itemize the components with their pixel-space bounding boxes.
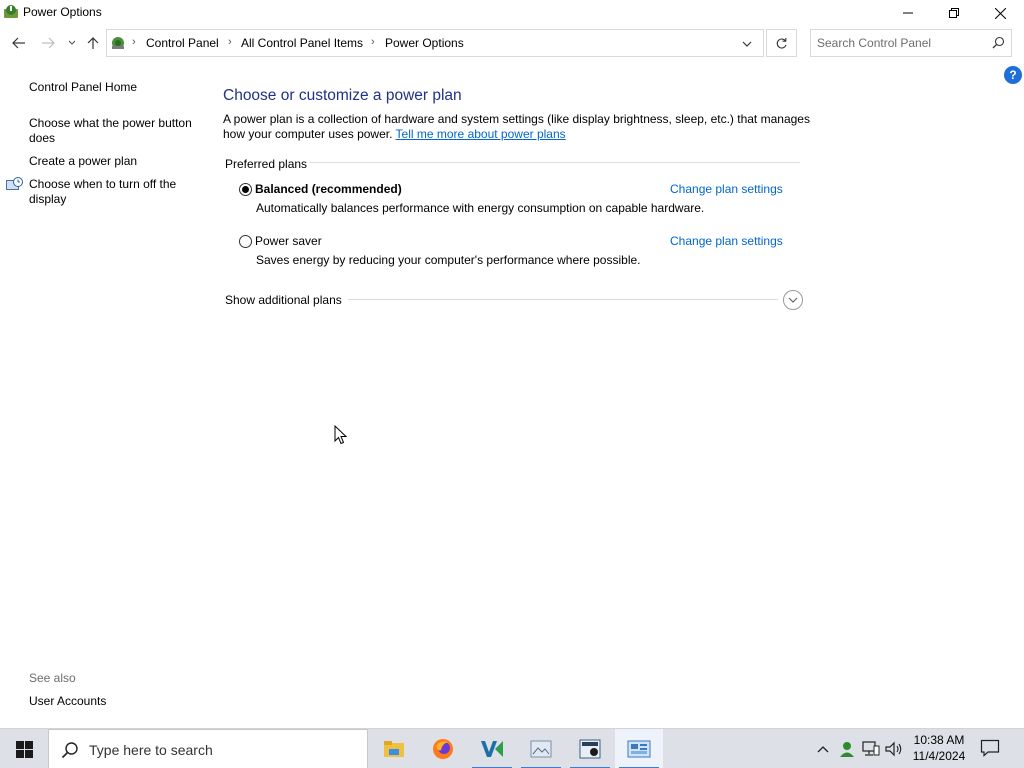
image-viewer-icon: [530, 740, 552, 758]
recent-locations-button[interactable]: [62, 33, 82, 53]
control-panel-icon: [110, 35, 126, 51]
mouse-cursor-icon: [334, 424, 348, 450]
file-explorer-icon: [384, 741, 404, 757]
control-panel-home-link[interactable]: Control Panel Home: [29, 80, 204, 95]
user-icon[interactable]: [838, 740, 856, 758]
display-timer-icon: [6, 177, 23, 197]
forward-button[interactable]: [38, 33, 58, 53]
volume-icon[interactable]: [885, 740, 903, 758]
see-also-label: See also: [29, 671, 76, 685]
power-options-icon: [3, 4, 19, 20]
address-dropdown-button[interactable]: [735, 37, 759, 51]
app-taskbar-button[interactable]: [566, 729, 614, 768]
taskbar-search-placeholder: Type here to search: [89, 742, 213, 758]
taskbar-clock[interactable]: 10:38 AM 11/4/2024: [904, 732, 974, 764]
expand-additional-plans-button[interactable]: [783, 290, 803, 310]
breadcrumb-separator-icon: ›: [132, 36, 136, 48]
taskbar: Type here to search 10:38 AM 11/4/2024: [0, 728, 1024, 768]
clock-date: 11/4/2024: [912, 749, 966, 763]
balanced-plan-radio[interactable]: [239, 183, 252, 196]
search-icon: [61, 741, 79, 764]
search-box[interactable]: [810, 29, 1012, 57]
search-input[interactable]: [817, 35, 987, 51]
balanced-plan-name[interactable]: Balanced (recommended): [255, 182, 402, 196]
control-panel-icon: [627, 740, 651, 758]
user-accounts-link[interactable]: User Accounts: [29, 694, 204, 709]
taskbar-search-box[interactable]: Type here to search: [48, 729, 368, 768]
preferred-plans-heading: Preferred plans: [225, 157, 308, 171]
breadcrumb-separator-icon: ›: [371, 36, 375, 48]
up-button[interactable]: [83, 33, 103, 53]
chevron-down-icon: [788, 297, 798, 303]
power-button-link[interactable]: Choose what the power button does: [29, 116, 199, 146]
create-plan-link[interactable]: Create a power plan: [29, 154, 204, 169]
balanced-change-settings-link[interactable]: Change plan settings: [670, 182, 783, 196]
visual-studio-icon: [481, 741, 503, 757]
additional-plans-divider: [348, 299, 778, 300]
breadcrumb-all-items[interactable]: All Control Panel Items: [241, 36, 363, 50]
image-viewer-taskbar-button[interactable]: [517, 729, 565, 768]
firefox-taskbar-button[interactable]: [419, 729, 467, 768]
firefox-icon: [433, 739, 453, 759]
start-button[interactable]: [0, 729, 48, 768]
show-additional-plans-label[interactable]: Show additional plans: [225, 293, 342, 307]
page-description: A power plan is a collection of hardware…: [223, 112, 813, 142]
close-button[interactable]: [977, 0, 1023, 26]
power-saver-plan-name[interactable]: Power saver: [255, 234, 322, 248]
file-explorer-taskbar-button[interactable]: [370, 729, 418, 768]
power-saver-change-settings-link[interactable]: Change plan settings: [670, 234, 783, 248]
power-saver-plan-description: Saves energy by reducing your computer's…: [256, 253, 641, 267]
search-icon[interactable]: [992, 36, 1005, 54]
breadcrumb-control-panel[interactable]: Control Panel: [146, 36, 219, 50]
app-icon: [579, 739, 601, 759]
clock-time: 10:38 AM: [913, 733, 965, 747]
restore-button[interactable]: [931, 0, 977, 26]
help-icon[interactable]: ?: [1004, 66, 1022, 84]
network-icon[interactable]: [862, 740, 880, 758]
power-plans-help-link[interactable]: Tell me more about power plans: [396, 127, 566, 141]
title-bar: Power Options: [0, 0, 1024, 26]
page-title: Choose or customize a power plan: [223, 87, 462, 104]
breadcrumb-separator-icon: ›: [228, 36, 232, 48]
control-panel-taskbar-button[interactable]: [615, 729, 663, 768]
turn-off-display-link[interactable]: Choose when to turn off the display: [29, 177, 189, 207]
chevron-up-icon[interactable]: [814, 740, 832, 758]
visual-studio-taskbar-button[interactable]: [468, 729, 516, 768]
notification-center-icon[interactable]: [980, 739, 1002, 759]
address-bar[interactable]: › Control Panel › All Control Panel Item…: [106, 29, 764, 57]
back-button[interactable]: [9, 33, 29, 53]
preferred-plans-divider: [310, 162, 800, 163]
window-title: Power Options: [23, 5, 102, 19]
refresh-button[interactable]: [766, 29, 797, 57]
windows-logo-icon: [15, 740, 33, 758]
power-saver-plan-radio[interactable]: [239, 235, 252, 248]
balanced-plan-description: Automatically balances performance with …: [256, 201, 705, 215]
breadcrumb-power-options[interactable]: Power Options: [385, 36, 464, 50]
minimize-button[interactable]: [885, 0, 931, 26]
